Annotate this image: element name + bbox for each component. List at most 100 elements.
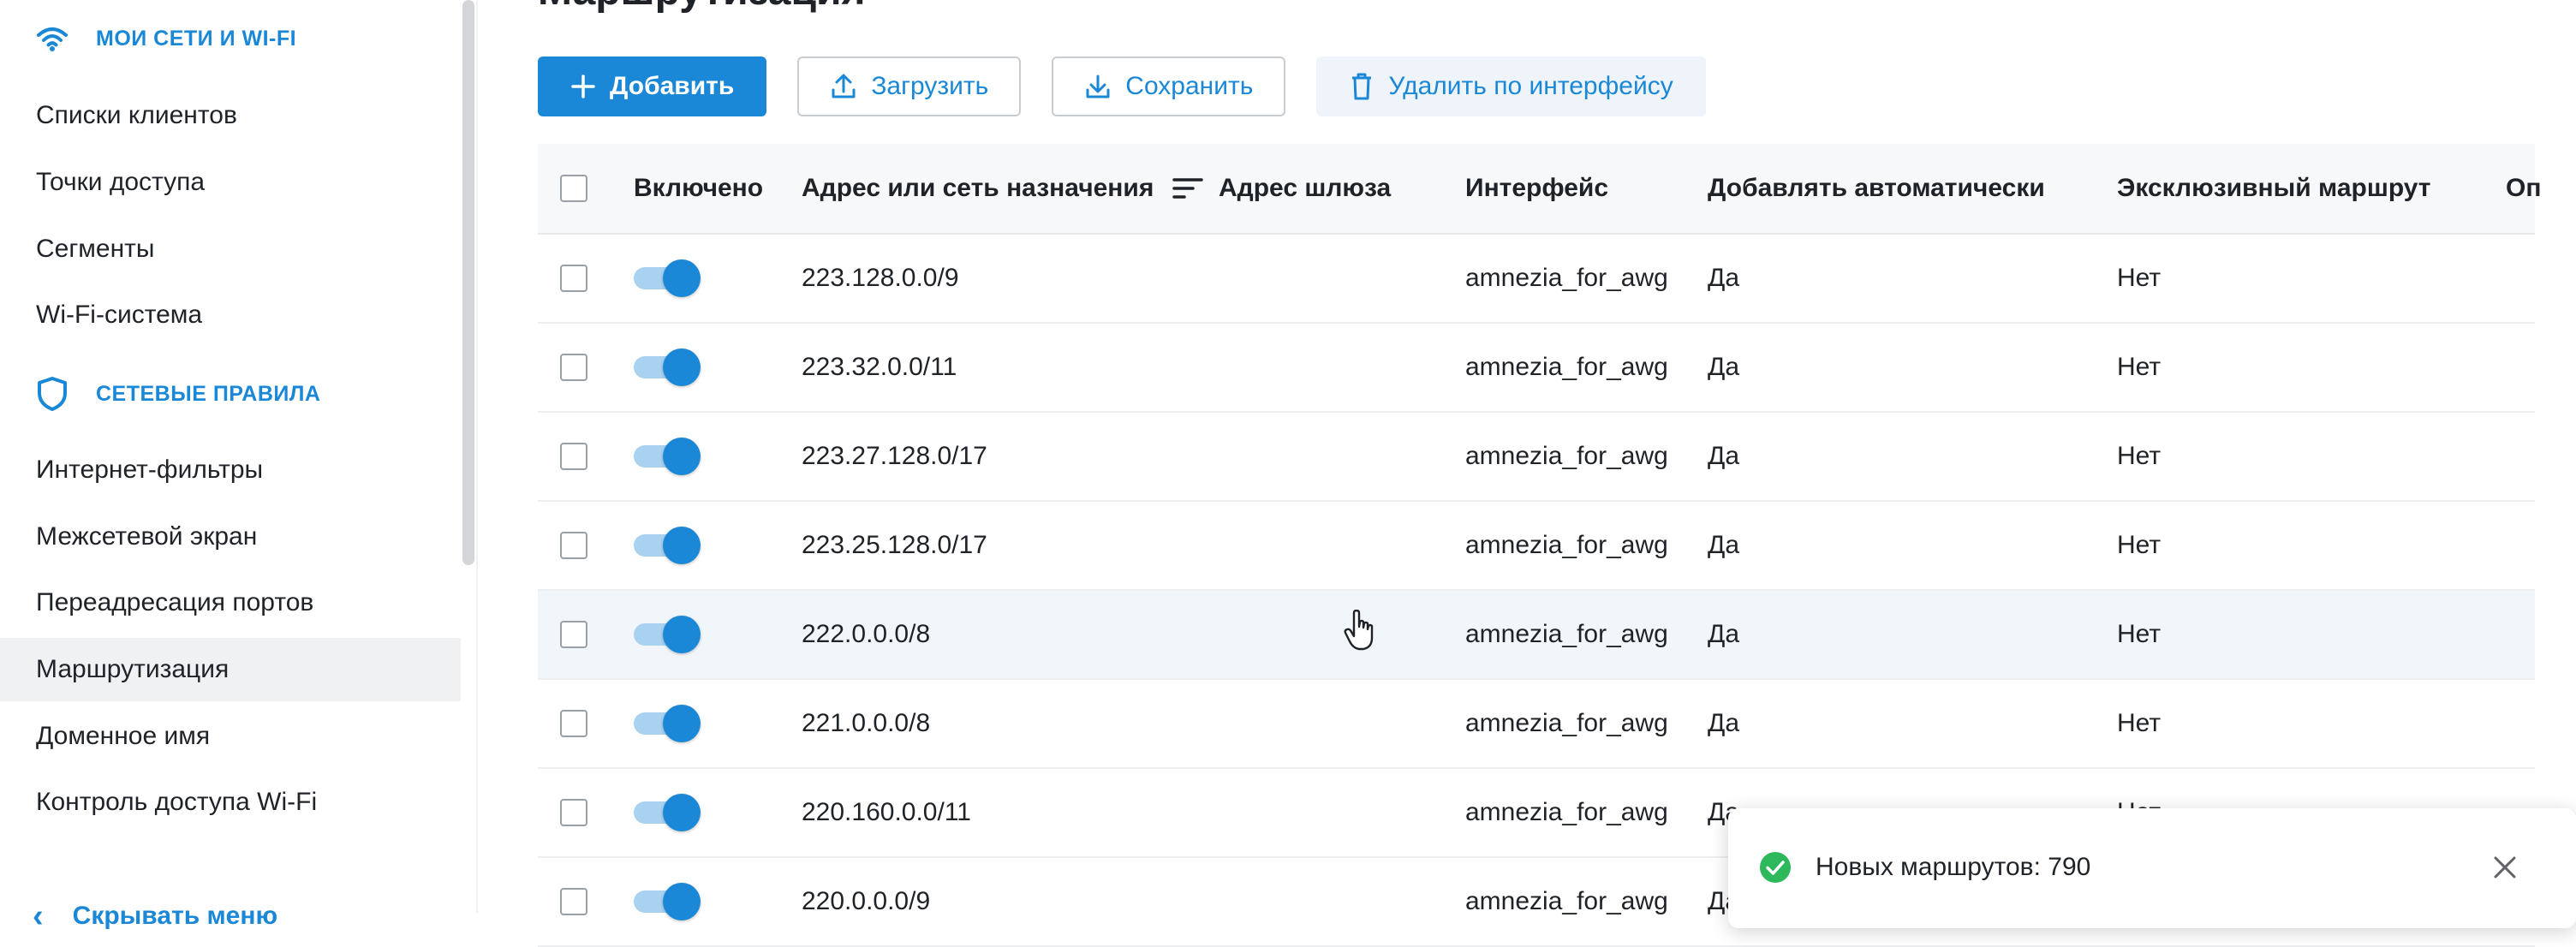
section-header-wifi[interactable]: МОИ СЕТИ И WI-FI bbox=[33, 15, 296, 63]
row-checkbox[interactable] bbox=[560, 443, 587, 470]
sidebar-item-label: Маршрутизация bbox=[36, 655, 230, 683]
save-button[interactable]: Сохранить bbox=[1052, 57, 1286, 116]
exclusive-cell: Нет bbox=[2117, 442, 2162, 470]
sidebar-item-firewall[interactable]: Межсетевой экран bbox=[0, 505, 461, 569]
row-checkbox-cell bbox=[560, 858, 587, 945]
enabled-toggle[interactable] bbox=[634, 794, 702, 831]
table-row[interactable]: 223.27.128.0/17 amnezia_for_awg Да Нет bbox=[538, 413, 2535, 502]
download-icon bbox=[1084, 73, 1112, 100]
interface-cell: amnezia_for_awg bbox=[1465, 442, 1668, 470]
enabled-cell bbox=[634, 769, 702, 856]
sidebar-item-label: Интернет-фильтры bbox=[36, 456, 264, 484]
destination-cell: 220.0.0.0/9 bbox=[802, 887, 931, 915]
add-button-label: Добавить bbox=[610, 72, 735, 100]
sidebar-item-internet-filters[interactable]: Интернет-фильтры bbox=[0, 438, 461, 502]
table-row[interactable]: 223.25.128.0/17 amnezia_for_awg Да Нет bbox=[538, 502, 2535, 591]
sidebar-item-domain-name[interactable]: Доменное имя bbox=[0, 705, 461, 768]
delete-by-interface-label: Удалить по интерфейсу bbox=[1388, 72, 1673, 100]
header-extra[interactable]: Оп bbox=[2506, 144, 2541, 233]
header-enabled[interactable]: Включено bbox=[634, 144, 763, 233]
exclusive-cell: Нет bbox=[2117, 264, 2162, 292]
row-checkbox-cell bbox=[560, 591, 587, 678]
hand-pointer-cursor-icon bbox=[1343, 609, 1377, 657]
toggle-knob bbox=[663, 259, 701, 297]
destination-cell: 222.0.0.0/8 bbox=[802, 620, 931, 648]
exclusive-cell: Нет bbox=[2117, 353, 2162, 381]
exclusive-cell: Нет bbox=[2117, 709, 2162, 737]
destination-cell: 223.25.128.0/17 bbox=[802, 531, 987, 559]
enabled-cell bbox=[634, 324, 702, 411]
section-header-rules[interactable]: СЕТЕВЫЕ ПРАВИЛА bbox=[33, 370, 320, 418]
header-exclusive[interactable]: Эксклюзивный маршрут bbox=[2117, 144, 2431, 233]
hide-menu-label: Скрывать меню bbox=[72, 902, 278, 930]
header-gateway[interactable]: Адрес шлюза bbox=[1219, 144, 1391, 233]
sidebar-item-routing[interactable]: Маршрутизация bbox=[0, 638, 461, 701]
toggle-knob bbox=[663, 348, 701, 386]
destination-cell: 223.128.0.0/9 bbox=[802, 264, 959, 292]
upload-icon bbox=[830, 73, 857, 100]
row-checkbox[interactable] bbox=[560, 354, 587, 381]
auto-add-cell: Да bbox=[1708, 531, 1740, 559]
destination-cell: 223.32.0.0/11 bbox=[802, 353, 957, 381]
auto-add-cell: Да bbox=[1708, 620, 1740, 648]
enabled-toggle[interactable] bbox=[634, 883, 702, 920]
chevron-left-icon: ‹ bbox=[33, 897, 44, 934]
interface-cell: amnezia_for_awg bbox=[1465, 887, 1668, 915]
upload-button[interactable]: Загрузить bbox=[797, 57, 1022, 116]
header-auto-add[interactable]: Добавлять автоматически bbox=[1708, 144, 2045, 233]
row-checkbox[interactable] bbox=[560, 799, 587, 826]
enabled-toggle[interactable] bbox=[634, 438, 702, 475]
interface-cell: amnezia_for_awg bbox=[1465, 264, 1668, 292]
enabled-cell bbox=[634, 591, 702, 678]
row-checkbox[interactable] bbox=[560, 532, 587, 559]
exclusive-cell: Нет bbox=[2117, 620, 2162, 648]
sidebar-item-label: Переадресация портов bbox=[36, 588, 314, 616]
select-all-cell bbox=[560, 144, 587, 233]
table-header: Включено Адрес или сеть назначения Адрес… bbox=[538, 144, 2541, 235]
enabled-toggle[interactable] bbox=[634, 348, 702, 386]
sidebar-item-access-points[interactable]: Точки доступа bbox=[0, 151, 461, 214]
page-title: Маршрутизация bbox=[538, 0, 866, 15]
hide-menu-button[interactable]: ‹ Скрывать меню bbox=[33, 890, 277, 942]
toggle-knob bbox=[663, 616, 701, 653]
section-header-label: МОИ СЕТИ И WI-FI bbox=[96, 26, 297, 51]
sidebar-item-clients[interactable]: Списки клиентов bbox=[0, 84, 461, 147]
sidebar-item-wifi-access-control[interactable]: Контроль доступа Wi-Fi bbox=[0, 771, 461, 834]
row-checkbox-cell bbox=[560, 769, 587, 856]
header-interface[interactable]: Интерфейс bbox=[1465, 144, 1608, 233]
table-row[interactable]: 223.128.0.0/9 amnezia_for_awg Да Нет bbox=[538, 235, 2535, 324]
add-button[interactable]: Добавить bbox=[538, 57, 767, 116]
row-checkbox[interactable] bbox=[560, 710, 587, 737]
header-destination-label: Адрес или сеть назначения bbox=[802, 174, 1154, 202]
close-icon[interactable] bbox=[2490, 853, 2519, 886]
select-all-checkbox[interactable] bbox=[560, 175, 587, 202]
sidebar-scrollbar[interactable] bbox=[462, 0, 474, 565]
row-checkbox-cell bbox=[560, 324, 587, 411]
sidebar-item-wifi-system[interactable]: Wi-Fi-система bbox=[0, 283, 461, 347]
row-checkbox[interactable] bbox=[560, 888, 587, 915]
auto-add-cell: Да bbox=[1708, 442, 1740, 470]
section-header-label: СЕТЕВЫЕ ПРАВИЛА bbox=[96, 381, 321, 406]
row-checkbox[interactable] bbox=[560, 265, 587, 292]
sort-icon[interactable] bbox=[1172, 176, 1204, 201]
enabled-toggle[interactable] bbox=[634, 616, 702, 653]
enabled-toggle[interactable] bbox=[634, 527, 702, 564]
delete-by-interface-button[interactable]: Удалить по интерфейсу bbox=[1316, 57, 1706, 116]
enabled-toggle[interactable] bbox=[634, 705, 702, 742]
enabled-toggle[interactable] bbox=[634, 259, 702, 297]
table-row[interactable]: 223.32.0.0/11 amnezia_for_awg Да Нет bbox=[538, 324, 2535, 413]
sidebar-item-label: Wi-Fi-система bbox=[36, 301, 203, 329]
table-row[interactable]: 222.0.0.0/8 amnezia_for_awg Да Нет bbox=[538, 591, 2535, 680]
table-row[interactable]: 221.0.0.0/8 amnezia_for_awg Да Нет bbox=[538, 680, 2535, 769]
sidebar-item-label: Сегменты bbox=[36, 235, 155, 263]
row-checkbox[interactable] bbox=[560, 621, 587, 648]
enabled-cell bbox=[634, 502, 702, 589]
sidebar-item-label: Списки клиентов bbox=[36, 101, 237, 129]
sidebar-item-segments[interactable]: Сегменты bbox=[0, 217, 461, 281]
upload-button-label: Загрузить bbox=[871, 72, 989, 100]
enabled-cell bbox=[634, 680, 702, 767]
enabled-cell bbox=[634, 413, 702, 500]
sidebar-item-port-forwarding[interactable]: Переадресация портов bbox=[0, 571, 461, 634]
toggle-knob bbox=[663, 883, 701, 920]
header-destination[interactable]: Адрес или сеть назначения bbox=[802, 144, 1204, 233]
